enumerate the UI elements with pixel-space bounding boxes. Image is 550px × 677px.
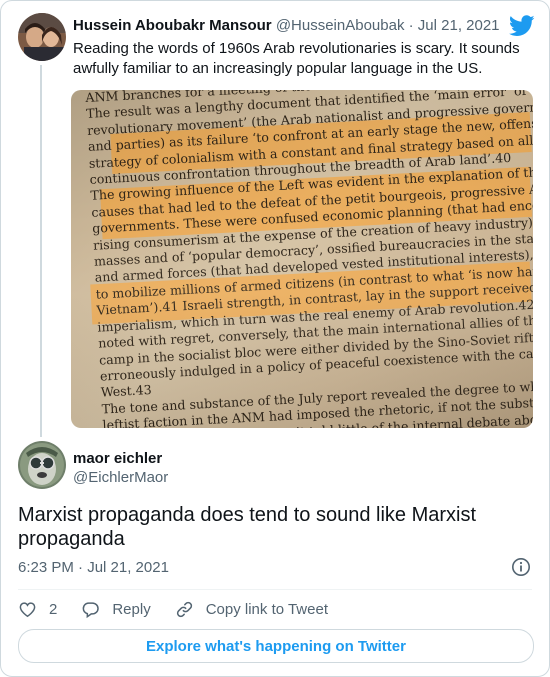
tweet-embed-card: Hussein Aboubakr Mansour @HusseinAboubak… xyxy=(0,0,550,677)
info-icon[interactable] xyxy=(511,557,531,577)
author-handle[interactable]: @EichlerMaor xyxy=(73,469,168,486)
quoted-tweet-header: Hussein Aboubakr Mansour @HusseinAboubak… xyxy=(73,17,500,35)
tweet-text: Marxist propaganda does tend to sound li… xyxy=(18,504,477,550)
like-count: 2 xyxy=(49,600,58,618)
quoted-tweet-date[interactable]: Jul 21, 2021 xyxy=(418,17,500,34)
tweet-timestamp[interactable]: 6:23 PM · Jul 21, 2021 xyxy=(18,559,169,576)
author-name[interactable]: maor eichler xyxy=(73,450,162,467)
heart-icon xyxy=(19,601,36,617)
thread-connector-line xyxy=(40,65,42,437)
twitter-bird-icon[interactable] xyxy=(508,15,535,37)
quoted-author-name[interactable]: Hussein Aboubakr Mansour xyxy=(73,17,272,34)
quoted-author-handle[interactable]: @HusseinAboubak xyxy=(276,17,405,34)
quoted-author-avatar[interactable] xyxy=(18,13,66,61)
author-avatar[interactable] xyxy=(18,441,66,489)
quoted-tweet-photo[interactable]: ANM branches for a meeting of the nation… xyxy=(71,90,533,428)
copy-link-button[interactable]: Copy link to Tweet xyxy=(175,600,328,619)
action-bar: 2 Reply Copy link to Tweet xyxy=(18,598,352,620)
explore-twitter-button[interactable]: Explore what's happening on Twitter xyxy=(18,629,534,663)
link-icon xyxy=(176,601,192,617)
reply-bubble-icon xyxy=(82,601,100,618)
reply-button[interactable]: Reply xyxy=(81,600,151,619)
header-separator: · xyxy=(408,17,414,34)
reply-label: Reply xyxy=(112,600,151,618)
like-button[interactable]: 2 xyxy=(18,600,57,619)
quoted-tweet-text: Reading the words of 1960s Arab revoluti… xyxy=(73,40,520,77)
copy-link-label: Copy link to Tweet xyxy=(205,600,328,618)
divider xyxy=(18,589,532,590)
